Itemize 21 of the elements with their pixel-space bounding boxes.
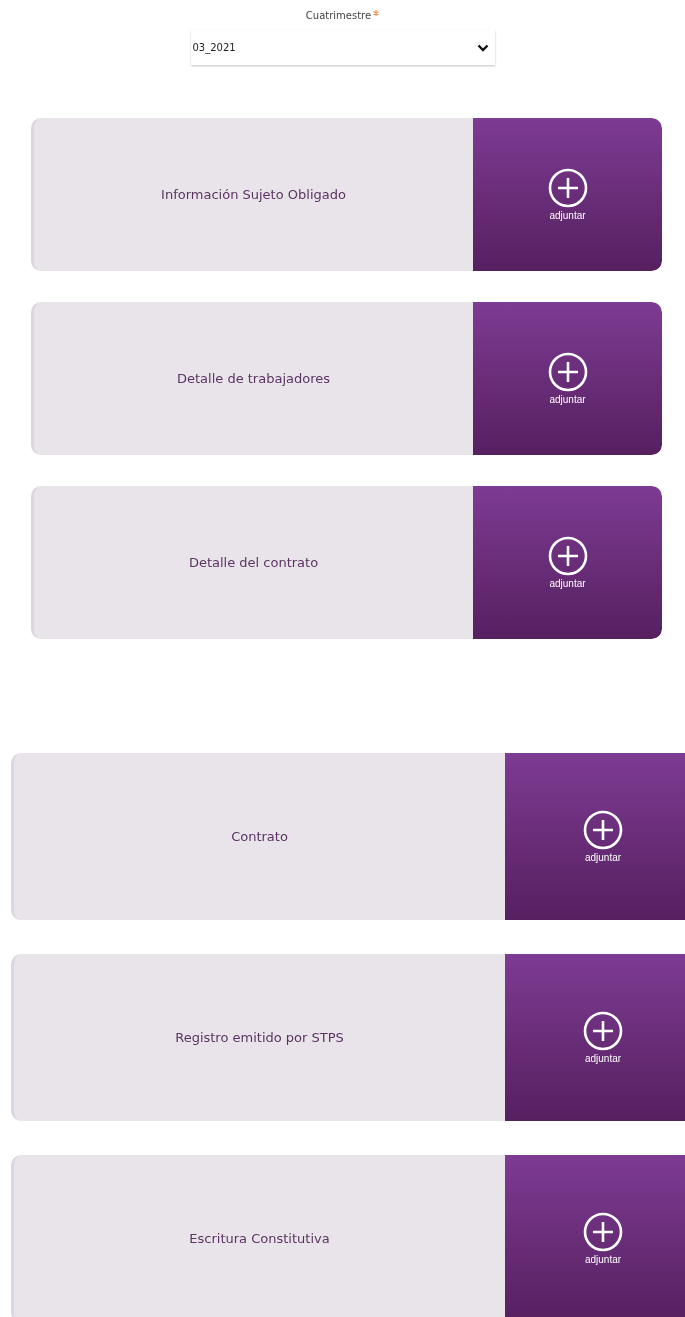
document-title: Detalle de trabajadores <box>176 371 331 386</box>
field-label: Cuatrimestre <box>305 9 372 23</box>
attach-button[interactable]: adjuntar <box>473 118 662 271</box>
period-select[interactable]: 03_2021 <box>190 30 495 65</box>
document-title: Contrato <box>231 829 288 844</box>
attach-button[interactable]: adjuntar <box>505 1155 685 1317</box>
attach-button[interactable]: adjuntar <box>473 302 662 455</box>
plus-circle-icon <box>547 536 588 576</box>
document-title: Registro emitido por STPS <box>175 1030 344 1045</box>
document-title: Información Sujeto Obligado <box>161 187 346 202</box>
document-title: Escritura Constitutiva <box>189 1231 330 1246</box>
plus-circle-icon <box>547 352 588 392</box>
document-title: Detalle del contrato <box>188 555 319 570</box>
chevron-down-icon <box>476 43 489 52</box>
plus-circle-icon <box>583 1212 623 1252</box>
attach-button[interactable]: adjuntar <box>473 486 662 639</box>
plus-circle-icon <box>583 810 623 850</box>
plus-circle-icon <box>583 1011 623 1051</box>
attach-button[interactable]: adjuntar <box>505 753 685 920</box>
attach-button[interactable]: adjuntar <box>505 954 685 1121</box>
plus-circle-icon <box>547 168 588 208</box>
